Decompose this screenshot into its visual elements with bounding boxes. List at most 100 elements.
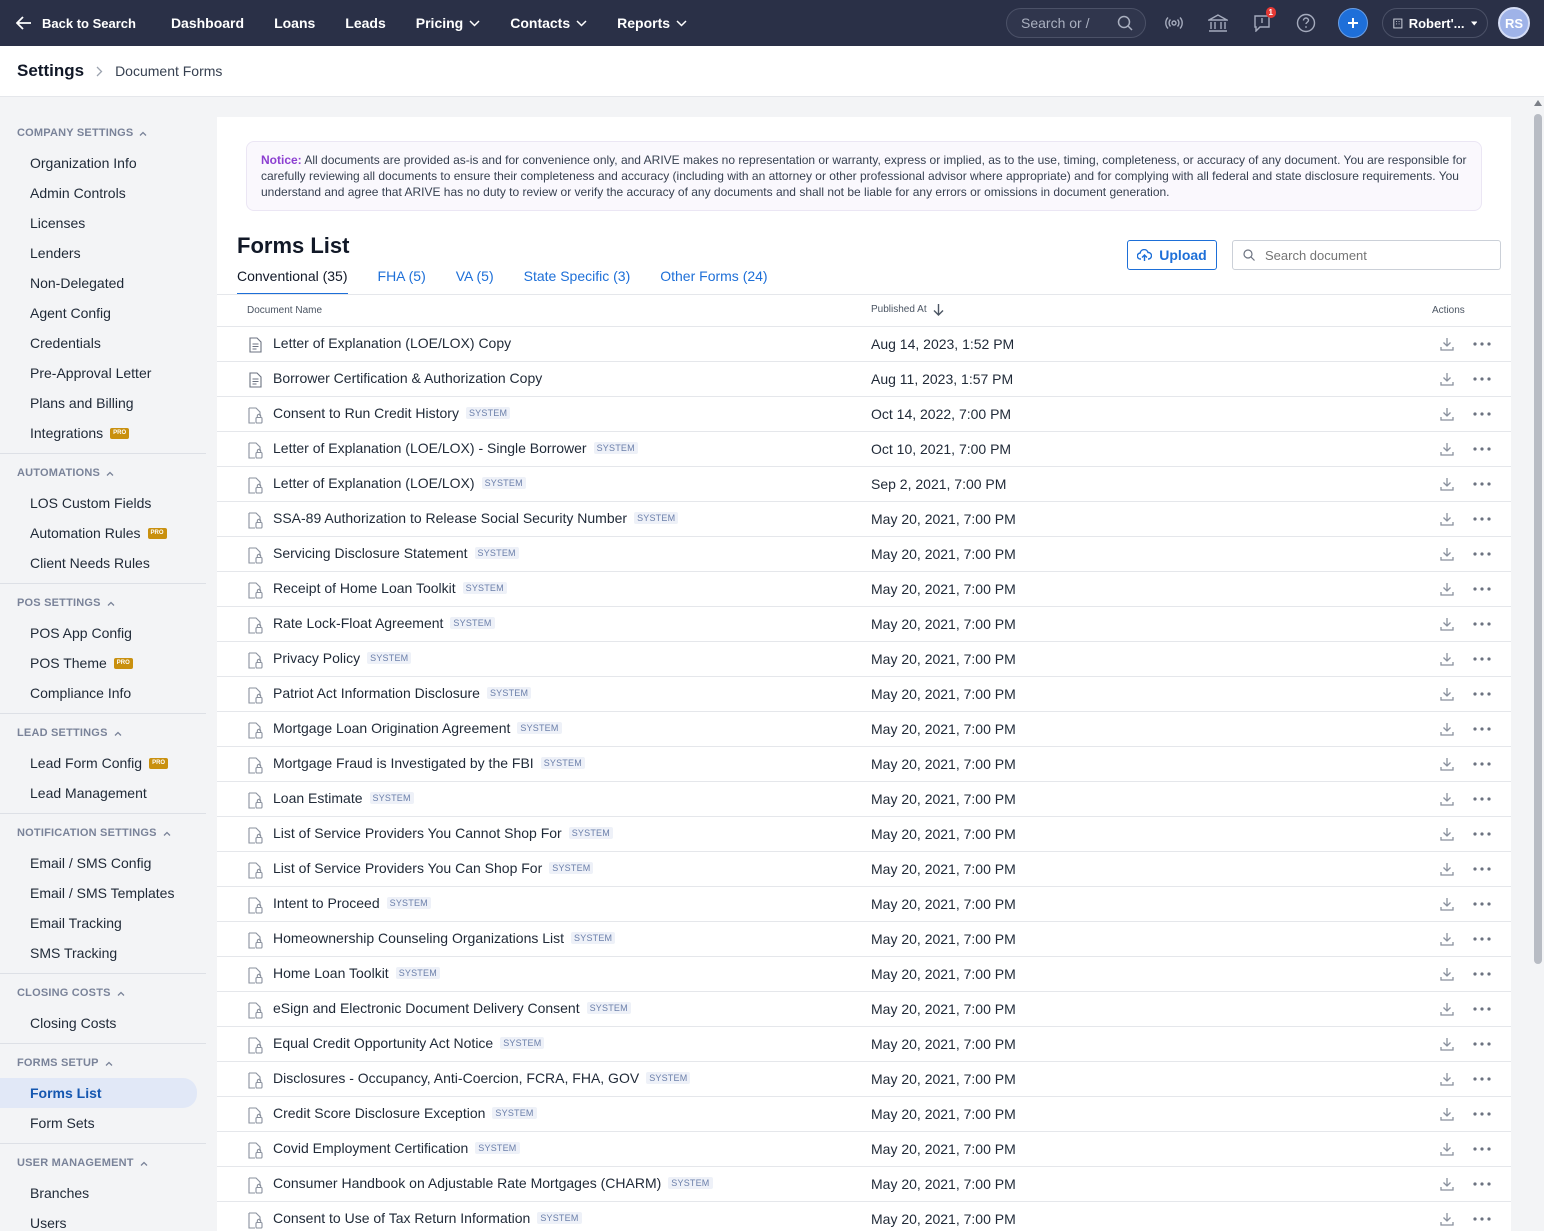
nav-pricing[interactable]: Pricing xyxy=(416,15,480,31)
more-actions-icon[interactable] xyxy=(1473,895,1491,913)
download-icon[interactable] xyxy=(1439,650,1455,668)
broadcast-icon[interactable] xyxy=(1162,11,1186,35)
bank-icon[interactable] xyxy=(1206,11,1230,35)
download-icon[interactable] xyxy=(1439,720,1455,738)
table-row[interactable]: Home Loan Toolkit SYSTEM May 20, 2021, 7:0… xyxy=(217,957,1511,992)
more-actions-icon[interactable] xyxy=(1473,1000,1491,1018)
sidebar-item-forms-list[interactable]: Forms List xyxy=(0,1078,197,1108)
table-row[interactable]: SSA-89 Authorization to Release Social S… xyxy=(217,502,1511,537)
more-actions-icon[interactable] xyxy=(1473,965,1491,983)
nav-dashboard[interactable]: Dashboard xyxy=(171,15,244,31)
sidebar-item-lead-management[interactable]: Lead Management xyxy=(0,778,206,808)
more-actions-icon[interactable] xyxy=(1473,755,1491,773)
table-row[interactable]: List of Service Providers You Can Shop F… xyxy=(217,852,1511,887)
breadcrumb-settings[interactable]: Settings xyxy=(17,61,84,81)
sidebar-item-email-tracking[interactable]: Email Tracking xyxy=(0,908,206,938)
download-icon[interactable] xyxy=(1439,440,1455,458)
sidebar-item-credentials[interactable]: Credentials xyxy=(0,328,206,358)
table-row[interactable]: Covid Employment Certification SYSTEM May … xyxy=(217,1132,1511,1167)
tab-fha[interactable]: FHA (5) xyxy=(378,268,426,295)
download-icon[interactable] xyxy=(1439,580,1455,598)
table-row[interactable]: Rate Lock-Float Agreement SYSTEM May 20, 2… xyxy=(217,607,1511,642)
sidebar-item-branches[interactable]: Branches xyxy=(0,1178,206,1208)
sidebar-item-pos-theme[interactable]: POS Theme PRO xyxy=(0,648,206,678)
more-actions-icon[interactable] xyxy=(1473,720,1491,738)
sidebar-item-licenses[interactable]: Licenses xyxy=(0,208,206,238)
table-row[interactable]: Loan Estimate SYSTEM May 20, 2021, 7:00 PM xyxy=(217,782,1511,817)
table-row[interactable]: List of Service Providers You Cannot Sho… xyxy=(217,817,1511,852)
download-icon[interactable] xyxy=(1439,1070,1455,1088)
sidebar-item-agent-config[interactable]: Agent Config xyxy=(0,298,206,328)
table-row[interactable]: Credit Score Disclosure Exception SYSTEM M… xyxy=(217,1097,1511,1132)
announcement-icon[interactable]: 1 xyxy=(1250,7,1276,35)
tab-other-forms[interactable]: Other Forms (24) xyxy=(660,268,767,295)
table-row[interactable]: Intent to Proceed SYSTEM May 20, 2021, 7:0… xyxy=(217,887,1511,922)
table-row[interactable]: Letter of Explanation (LOE/LOX) SYSTEM Sep… xyxy=(217,467,1511,502)
more-actions-icon[interactable] xyxy=(1473,860,1491,878)
more-actions-icon[interactable] xyxy=(1473,650,1491,668)
download-icon[interactable] xyxy=(1439,685,1455,703)
sidebar-item-lenders[interactable]: Lenders xyxy=(0,238,206,268)
scrollbar-thumb[interactable] xyxy=(1534,114,1542,964)
table-row[interactable]: Letter of Explanation (LOE/LOX) - Single… xyxy=(217,432,1511,467)
table-row[interactable]: Borrower Certification & Authorization C… xyxy=(217,362,1511,397)
table-row[interactable]: Equal Credit Opportunity Act Notice SYSTE… xyxy=(217,1027,1511,1062)
download-icon[interactable] xyxy=(1439,825,1455,843)
company-switcher[interactable]: Robert'... xyxy=(1382,8,1488,38)
table-row[interactable]: Consent to Run Credit History SYSTEM Oct 1… xyxy=(217,397,1511,432)
download-icon[interactable] xyxy=(1439,510,1455,528)
more-actions-icon[interactable] xyxy=(1473,790,1491,808)
nav-loans[interactable]: Loans xyxy=(274,15,315,31)
nav-reports[interactable]: Reports xyxy=(617,15,687,31)
table-row[interactable]: Receipt of Home Loan Toolkit SYSTEM May 20… xyxy=(217,572,1511,607)
column-published-at[interactable]: Published At xyxy=(871,303,944,316)
sidebar-item-closing-costs[interactable]: Closing Costs xyxy=(0,1008,206,1038)
help-icon[interactable] xyxy=(1294,11,1318,35)
nav-leads[interactable]: Leads xyxy=(345,15,385,31)
nav-contacts[interactable]: Contacts xyxy=(510,15,587,31)
download-icon[interactable] xyxy=(1439,1000,1455,1018)
sidebar-item-pos-app-config[interactable]: POS App Config xyxy=(0,618,206,648)
more-actions-icon[interactable] xyxy=(1473,440,1491,458)
tab-state-specific[interactable]: State Specific (3) xyxy=(524,268,631,295)
download-icon[interactable] xyxy=(1439,930,1455,948)
sidebar-item-automation-rules[interactable]: Automation Rules PRO xyxy=(0,518,206,548)
sidebar-item-admin-controls[interactable]: Admin Controls xyxy=(0,178,206,208)
sidebar-item-pre-approval-letter[interactable]: Pre-Approval Letter xyxy=(0,358,206,388)
sidebar-section-pos-settings[interactable]: POS Settings xyxy=(0,588,206,618)
sidebar-item-form-sets[interactable]: Form Sets xyxy=(0,1108,206,1138)
table-row[interactable]: Privacy Policy SYSTEM May 20, 2021, 7:00 P… xyxy=(217,642,1511,677)
download-icon[interactable] xyxy=(1439,1105,1455,1123)
more-actions-icon[interactable] xyxy=(1473,545,1491,563)
download-icon[interactable] xyxy=(1439,1175,1455,1193)
sidebar-section-lead-settings[interactable]: Lead Settings xyxy=(0,718,206,748)
avatar[interactable]: RS xyxy=(1498,7,1530,39)
table-row[interactable]: Patriot Act Information Disclosure SYSTEM… xyxy=(217,677,1511,712)
table-row[interactable]: Servicing Disclosure Statement SYSTEM May … xyxy=(217,537,1511,572)
more-actions-icon[interactable] xyxy=(1473,1105,1491,1123)
download-icon[interactable] xyxy=(1439,860,1455,878)
sidebar-item-organization-info[interactable]: Organization Info xyxy=(0,148,206,178)
more-actions-icon[interactable] xyxy=(1473,475,1491,493)
more-actions-icon[interactable] xyxy=(1473,510,1491,528)
more-actions-icon[interactable] xyxy=(1473,1140,1491,1158)
more-actions-icon[interactable] xyxy=(1473,335,1491,353)
more-actions-icon[interactable] xyxy=(1473,1210,1491,1228)
sidebar-item-plans-and-billing[interactable]: Plans and Billing xyxy=(0,388,206,418)
sidebar-item-sms-tracking[interactable]: SMS Tracking xyxy=(0,938,206,968)
sidebar-item-email-sms-config[interactable]: Email / SMS Config xyxy=(0,848,206,878)
more-actions-icon[interactable] xyxy=(1473,825,1491,843)
table-row[interactable]: Mortgage Fraud is Investigated by the FB… xyxy=(217,747,1511,782)
more-actions-icon[interactable] xyxy=(1473,685,1491,703)
table-row[interactable]: Homeownership Counseling Organizations L… xyxy=(217,922,1511,957)
more-actions-icon[interactable] xyxy=(1473,370,1491,388)
sidebar-section-company-settings[interactable]: Company Settings xyxy=(0,118,206,148)
table-row[interactable]: Consent to Use of Tax Return Information… xyxy=(217,1202,1511,1231)
sidebar-item-client-needs-rules[interactable]: Client Needs Rules xyxy=(0,548,206,578)
download-icon[interactable] xyxy=(1439,405,1455,423)
download-icon[interactable] xyxy=(1439,335,1455,353)
create-new-button[interactable] xyxy=(1338,8,1368,38)
table-row[interactable]: Disclosures - Occupancy, Anti-Coercion, … xyxy=(217,1062,1511,1097)
table-row[interactable]: eSign and Electronic Document Delivery C… xyxy=(217,992,1511,1027)
more-actions-icon[interactable] xyxy=(1473,580,1491,598)
